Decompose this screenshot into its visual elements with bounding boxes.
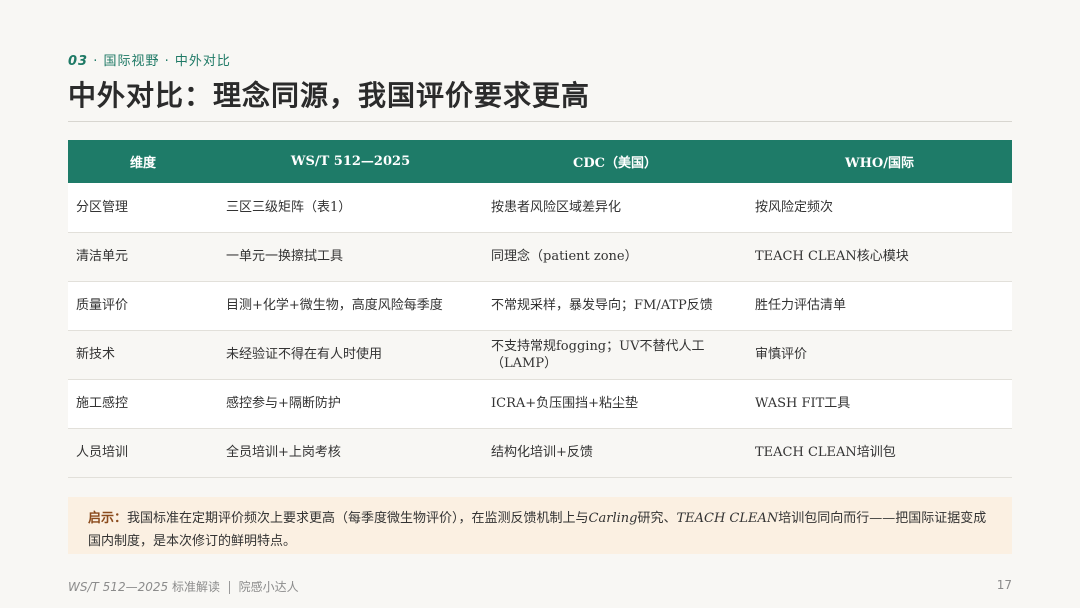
table-cell: 不支持常规fogging；UV不替代人工（LAMP）	[491, 338, 705, 371]
table-cell: 分区管理	[76, 199, 129, 215]
footer-document: WS/T 512—2025	[68, 580, 169, 594]
table-header-row: 维度 WS/T 512—2025 CDC（美国） WHO/国际	[68, 140, 1012, 183]
section-number: 03	[68, 54, 89, 69]
column-header-cdc: CDC（美国）	[573, 156, 657, 171]
table-cell: 目测+化学+微生物，高度风险每季度	[226, 298, 443, 313]
table-cell: 人员培训	[76, 445, 129, 460]
callout-text: 研究、	[637, 511, 677, 526]
table-cell: 施工感控	[76, 396, 129, 411]
callout-emphasis: TEACH CLEAN	[676, 511, 779, 526]
table-row: 质量评价 目测+化学+微生物，高度风险每季度 不常规采样，暴发导向；FM/ATP…	[68, 281, 1012, 330]
footer-document-suffix: 标准解读	[171, 580, 220, 594]
table-cell: 结构化培训+反馈	[491, 445, 593, 460]
page-number: 17	[996, 578, 1012, 592]
table-cell: 质量评价	[76, 298, 129, 313]
table-cell: 同理念（patient zone）	[491, 249, 638, 264]
footer: WS/T 512—2025 标准解读 院感小达人	[68, 578, 299, 595]
table-cell: 审慎评价	[755, 347, 808, 362]
table-cell: 按风险定频次	[755, 199, 834, 215]
insight-callout: 启示：我国标准在定期评价频次上要求更高（每季度微生物评价），在监测反馈机制上与C…	[68, 497, 1012, 554]
table-cell: ICRA+负压围挡+粘尘垫	[491, 396, 639, 411]
title-divider	[68, 121, 1012, 122]
table-cell: 胜任力评估清单	[755, 298, 847, 313]
table-cell: 感控参与+隔断防护	[226, 396, 341, 411]
table-cell: 未经验证不得在有人时使用	[226, 347, 383, 362]
table-cell: 三区三级矩阵（表1）	[226, 199, 352, 215]
table-row: 施工感控 感控参与+隔断防护 ICRA+负压围挡+粘尘垫 WASH FIT工具	[68, 379, 1012, 428]
table-cell: 不常规采样，暴发导向；FM/ATP反馈	[491, 298, 713, 313]
table-cell: 清洁单元	[76, 249, 129, 264]
table-cell: 按患者风险区域差异化	[491, 199, 622, 215]
table-row: 新技术 未经验证不得在有人时使用 不支持常规fogging；UV不替代人工（LA…	[68, 330, 1012, 379]
comparison-table: 维度 WS/T 512—2025 CDC（美国） WHO/国际 分区管理 三区三…	[68, 140, 1012, 478]
callout-emphasis: Carling	[588, 511, 638, 526]
table-cell: 全员培训+上岗考核	[226, 445, 341, 460]
table-row: 清洁单元 一单元一换擦拭工具 同理念（patient zone） TEACH C…	[68, 232, 1012, 281]
table-cell: TEACH CLEAN培训包	[755, 445, 896, 460]
callout-text: 我国标准在定期评价频次上要求更高（每季度微生物评价），在监测反馈机制上与	[127, 511, 589, 526]
table-row: 分区管理 三区三级矩阵（表1） 按患者风险区域差异化 按风险定频次	[68, 183, 1012, 232]
callout-lead: 启示：	[88, 511, 128, 526]
table-cell: 新技术	[76, 347, 116, 362]
comparison-table-container: 维度 WS/T 512—2025 CDC（美国） WHO/国际 分区管理 三区三…	[68, 140, 1012, 478]
table-row: 人员培训 全员培训+上岗考核 结构化培训+反馈 TEACH CLEAN培训包	[68, 428, 1012, 477]
table-cell: WASH FIT工具	[755, 396, 851, 411]
footer-author: 院感小达人	[238, 580, 299, 594]
footer-divider	[228, 581, 230, 594]
section-label: · 国际视野 · 中外对比	[93, 54, 231, 69]
column-header-wst512: WS/T 512—2025	[290, 154, 411, 169]
section-kicker: 03 · 国际视野 · 中外对比	[68, 50, 231, 69]
column-header-dimension: 维度	[129, 156, 156, 171]
column-header-who: WHO/国际	[845, 156, 914, 171]
table-cell: TEACH CLEAN核心模块	[755, 249, 909, 264]
table-cell: 一单元一换擦拭工具	[226, 249, 344, 264]
page-title: 中外对比：理念同源，我国评价要求更高	[68, 79, 591, 112]
